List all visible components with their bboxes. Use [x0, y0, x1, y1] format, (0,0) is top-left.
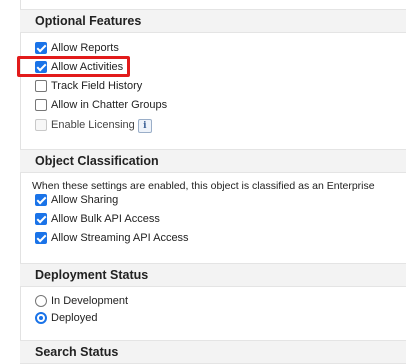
- deployment-status-title: Deployment Status: [35, 268, 149, 282]
- allow-bulk-api-access-option[interactable]: Allow Bulk API Access: [35, 210, 160, 228]
- in-development-option[interactable]: In Development: [35, 292, 128, 310]
- allow-in-chatter-groups-checkbox[interactable]: [35, 99, 47, 111]
- enable-licensing-option: Enable Licensing i: [35, 116, 152, 134]
- allow-in-chatter-groups-label: Allow in Chatter Groups: [51, 99, 168, 111]
- left-gutter: [0, 0, 20, 352]
- in-development-label: In Development: [51, 295, 129, 307]
- allow-in-chatter-groups-option[interactable]: Allow in Chatter Groups: [35, 96, 167, 114]
- object-classification-title: Object Classification: [35, 154, 159, 168]
- deployed-radio[interactable]: [35, 312, 47, 324]
- allow-reports-option[interactable]: Allow Reports: [35, 39, 119, 57]
- allow-bulk-api-access-label: Allow Bulk API Access: [51, 213, 160, 225]
- enable-licensing-checkbox: [35, 119, 47, 131]
- allow-streaming-api-access-option[interactable]: Allow Streaming API Access: [35, 229, 189, 247]
- search-status-header: Search Status: [20, 340, 406, 364]
- search-status-title: Search Status: [35, 345, 119, 359]
- allow-reports-checkbox[interactable]: [35, 42, 47, 54]
- allow-activities-option[interactable]: Allow Activities: [35, 58, 123, 76]
- in-development-radio[interactable]: [35, 295, 47, 307]
- optional-features-header: Optional Features: [20, 9, 406, 33]
- allow-bulk-api-access-checkbox[interactable]: [35, 213, 47, 225]
- allow-sharing-option[interactable]: Allow Sharing: [35, 191, 118, 209]
- allow-activities-label: Allow Activities: [51, 61, 124, 73]
- allow-reports-label: Allow Reports: [51, 42, 119, 54]
- info-icon[interactable]: i: [137, 119, 152, 133]
- allow-sharing-label: Allow Sharing: [51, 194, 119, 206]
- track-field-history-option[interactable]: Track Field History: [35, 77, 142, 95]
- track-field-history-checkbox[interactable]: [35, 80, 47, 92]
- allow-streaming-api-access-label: Allow Streaming API Access: [51, 232, 189, 244]
- enable-licensing-label: Enable Licensing: [51, 119, 135, 131]
- track-field-history-label: Track Field History: [51, 80, 143, 92]
- object-classification-header: Object Classification: [20, 149, 406, 173]
- optional-features-title: Optional Features: [35, 14, 142, 28]
- allow-sharing-checkbox[interactable]: [35, 194, 47, 206]
- allow-activities-checkbox[interactable]: [35, 61, 47, 73]
- deployment-status-header: Deployment Status: [20, 263, 406, 287]
- deployed-label: Deployed: [51, 312, 98, 324]
- allow-streaming-api-access-checkbox[interactable]: [35, 232, 47, 244]
- deployed-option[interactable]: Deployed: [35, 309, 97, 327]
